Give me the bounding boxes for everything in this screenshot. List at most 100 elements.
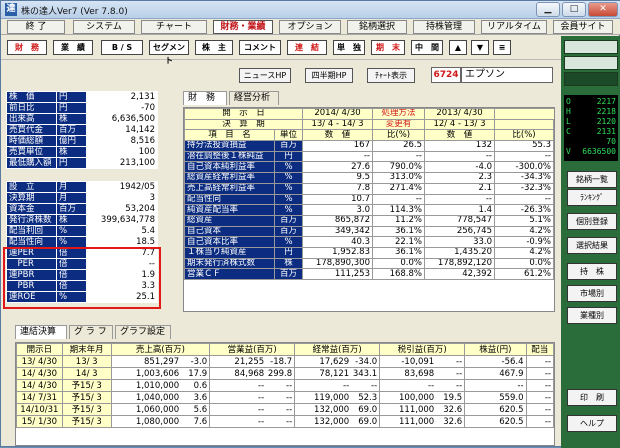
kv-row: 資本金 百万 53,204 <box>6 203 158 215</box>
finance-value-2: 42,392 <box>424 268 495 280</box>
sidebar-button-3[interactable]: 選択結果 <box>567 237 617 254</box>
finance-value-2: -4.0 <box>424 161 495 174</box>
kv-unit: % <box>56 291 87 303</box>
menu-item-0[interactable]: 終 了 <box>7 20 65 34</box>
finance-unit: 株 <box>274 257 303 270</box>
results-sales-value: 1,010,000 <box>135 380 180 391</box>
results-ordinary-value: -- <box>343 380 350 391</box>
results-row: 14/ 4/30 14/ 3 1,003,606 17.9 84,968 299.8 78,… <box>16 367 554 380</box>
close-button[interactable]: ✕ <box>588 2 618 17</box>
toolbar-button-9[interactable]: 中 間 <box>411 40 443 55</box>
sidebar-button-7[interactable]: 印 刷 <box>567 389 617 406</box>
toolbar-button-12[interactable]: ≡ <box>493 40 511 55</box>
header-value-2: 数 値 <box>424 129 495 142</box>
kv-value: 3.3 <box>86 280 158 292</box>
toolbar-button-7[interactable]: 単 独 <box>333 40 365 55</box>
sidebar-button-2[interactable]: 個別登録 <box>567 213 617 230</box>
toolbar-button-4[interactable]: 株 主 <box>195 40 233 55</box>
toolbar-button-3[interactable]: セグメント <box>149 40 189 65</box>
sidebar-button-4[interactable]: 持 株 <box>567 263 617 280</box>
sidebar-toggle-3[interactable] <box>564 72 618 86</box>
finance-value-1: 27.6 <box>302 161 373 174</box>
tab-management-analysis[interactable]: 経営分析 <box>229 91 279 105</box>
toolbar-button-10[interactable]: ▲ <box>449 40 467 55</box>
tab-graph[interactable]: グ ラ フ <box>69 325 113 339</box>
tab-consolidated[interactable]: 連結決算 <box>15 325 67 339</box>
finance-value-1: 3.0 <box>302 204 373 216</box>
menu-item-8[interactable]: 会員サイト <box>553 20 613 34</box>
sidebar-button-1[interactable]: ﾗﾝｷﾝｸﾞ <box>567 189 617 206</box>
tab-graph-settings[interactable]: グラフ設定 <box>115 325 171 339</box>
finance-ratio-2: -34.3% <box>494 172 554 184</box>
sidebar-toggle-2[interactable] <box>564 56 618 70</box>
header-changed: 変更有 <box>372 118 425 131</box>
finance-ratio-2: 5.1% <box>494 214 554 227</box>
header-disclosure-date: 開 示 日 <box>184 108 303 120</box>
sidebar-button-6[interactable]: 業種別 <box>567 307 617 324</box>
results-sales: 1,003,606 17.9 <box>110 367 211 380</box>
quarterly-hp-button[interactable]: 四半期HP <box>305 68 353 83</box>
results-net-value: 111,000 <box>399 416 435 427</box>
results-eps: 620.5 <box>464 403 527 416</box>
quote-value: 2120 <box>596 117 616 126</box>
finance-row: 自己資本比率% 40.3 22.1% 33.0 -0.9% <box>184 236 554 248</box>
quote-row: C 2131 <box>564 127 618 137</box>
kv-value: 1.9 <box>86 269 158 281</box>
finance-value-2: 132 <box>424 140 495 152</box>
news-hp-button[interactable]: ニュースHP <box>239 68 291 83</box>
menu-item-6[interactable]: 持株管理 <box>413 20 475 34</box>
sidebar-button-0[interactable]: 銘柄一覧 <box>567 171 617 188</box>
sidebar-toggle-1[interactable] <box>564 40 618 54</box>
tab-finance[interactable]: 財 務 <box>183 91 227 105</box>
finance-value-2: 1.4 <box>424 204 495 216</box>
results-date: 13/ 4/30 <box>16 355 63 368</box>
toolbar-button-1[interactable]: 業 績 <box>53 40 93 55</box>
results-operating-ratio: -18.7 <box>270 356 293 367</box>
finance-unit: % <box>274 236 303 248</box>
chart-display-button[interactable]: ﾁｬｰﾄ表示 <box>367 68 415 83</box>
results-operating: 84,968 299.8 <box>209 367 296 380</box>
tool-bar: 財 務業 績 B / S セグメント株 主コメント連 結単 独期 末中 間 ▲ ▼ ≡ <box>1 36 561 65</box>
menu-item-5[interactable]: 銘柄選択 <box>347 20 407 34</box>
results-date: 14/10/31 <box>16 403 63 416</box>
results-net: 111,000 32.6 <box>379 403 466 416</box>
finance-item-label: 営業ＣＦ <box>184 268 275 280</box>
toolbar-button-6[interactable]: 連 結 <box>287 40 327 55</box>
results-ordinary-ratio: 343.1 <box>352 368 378 379</box>
menu-item-3[interactable]: 財務・業績 <box>213 20 273 34</box>
toolbar-button-5[interactable]: コメント <box>239 40 281 55</box>
toolbar-button-8[interactable]: 期 末 <box>371 40 405 55</box>
quote-value: 2131 <box>596 127 616 136</box>
kv-row: 配当性向% 18.5 <box>6 236 158 248</box>
kv-row: 売買代金 百万 14,142 <box>6 124 158 136</box>
menu-item-2[interactable]: チャート <box>141 20 207 34</box>
minimize-button[interactable]: ▁ <box>536 2 560 17</box>
toolbar-button-0[interactable]: 財 務 <box>7 40 47 55</box>
stock-code[interactable]: 6724 <box>431 67 461 83</box>
results-ordinary-ratio: -34.0 <box>355 356 378 367</box>
kv-row: 設 立月 1942/05 <box>6 181 158 193</box>
kv-value: 25.1 <box>86 291 158 303</box>
results-ordinary: -- -- <box>294 379 381 392</box>
finance-item-label: 配当性向 <box>184 193 275 206</box>
header-fiscal-period: 決 算 期 <box>184 118 303 131</box>
finance-row: 純資産配当率% 3.0 114.3% 1.4 -26.3% <box>184 204 554 216</box>
results-sales-value: 851,297 <box>144 356 180 367</box>
results-header-cell: 売上高(百万) <box>110 343 211 356</box>
kv-row: PBR 倍 3.3 <box>6 280 158 292</box>
results-sales: 1,040,000 3.6 <box>110 391 211 404</box>
sidebar-button-8[interactable]: ヘルプ <box>567 415 617 432</box>
header-item-name: 項 目 名 <box>184 129 275 142</box>
finance-value-1: 10.7 <box>302 193 373 206</box>
results-sales-ratio: 17.9 <box>188 368 208 379</box>
results-sales-value: 1,040,000 <box>135 392 180 403</box>
maximize-button[interactable]: □ <box>562 2 586 17</box>
menu-item-7[interactable]: リアルタイム <box>481 20 547 34</box>
toolbar-button-2[interactable]: B / S <box>101 40 143 55</box>
sidebar-button-5[interactable]: 市場別 <box>567 285 617 302</box>
finance-value-2: 178,892,120 <box>424 257 495 270</box>
toolbar-button-11[interactable]: ▼ <box>471 40 489 55</box>
menu-item-1[interactable]: システム <box>73 20 135 34</box>
menu-item-4[interactable]: オプション <box>279 20 341 34</box>
results-ordinary-value: 132,000 <box>314 416 350 427</box>
